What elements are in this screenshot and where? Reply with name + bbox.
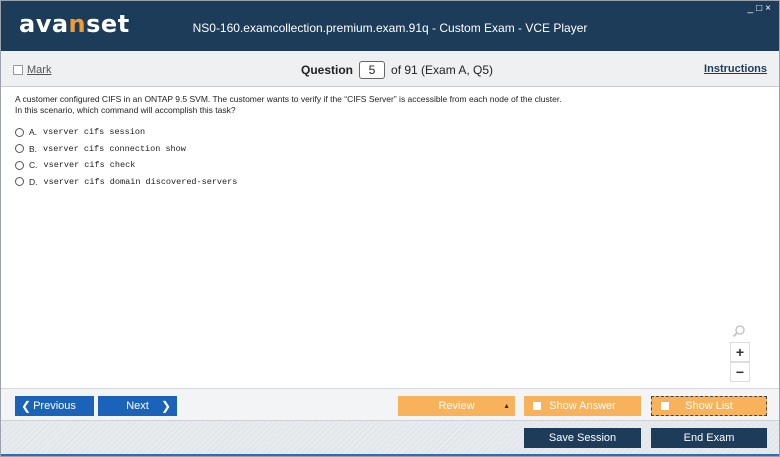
checkbox-icon	[13, 65, 23, 75]
zoom-in-button[interactable]: +	[730, 342, 750, 362]
question-line-2: In this scenario, which command will acc…	[15, 105, 236, 115]
question-label: Question	[301, 63, 354, 77]
chevron-right-icon: ❯	[160, 399, 171, 413]
close-button[interactable]: ×	[765, 3, 774, 14]
instructions-link[interactable]: Instructions	[704, 63, 767, 75]
review-label: Review	[438, 400, 475, 412]
show-list-button[interactable]: Show List	[651, 396, 767, 416]
window-controls: _□×	[748, 3, 774, 14]
radio-icon[interactable]	[15, 127, 24, 137]
option-text: vserver cifs connection show	[43, 143, 186, 154]
mark-label: Mark	[27, 64, 52, 76]
question-navigator: Question 5 of 91 (Exam A, Q5)	[301, 61, 493, 79]
next-label: Next	[126, 400, 149, 412]
previous-label: Previous	[33, 400, 76, 412]
option-letter: B.	[29, 143, 38, 154]
window-title: NS0-160.examcollection.premium.exam.91q …	[192, 21, 588, 35]
save-session-button[interactable]: Save Session	[524, 428, 641, 448]
show-answer-label: Show Answer	[549, 400, 616, 412]
show-answer-button[interactable]: Show Answer	[524, 396, 641, 416]
checkbox-icon	[661, 402, 669, 410]
next-button[interactable]: Next ❯	[98, 396, 177, 416]
option-letter: A.	[29, 127, 38, 138]
checkbox-icon	[533, 402, 541, 410]
maximize-button[interactable]: □	[756, 3, 765, 14]
previous-button[interactable]: ❮ Previous	[15, 396, 94, 416]
minimize-button[interactable]: _	[748, 3, 757, 14]
option-c[interactable]: C. vserver cifs check	[15, 157, 237, 174]
navigation-bar: ❮ Previous Next ❯ Review ▲ Show Answer S…	[1, 388, 779, 420]
answer-options: A. vserver cifs session B. vserver cifs …	[15, 124, 237, 190]
option-d[interactable]: D. vserver cifs domain discovered-server…	[15, 174, 237, 191]
option-a[interactable]: A. vserver cifs session	[15, 124, 237, 141]
option-text: vserver cifs check	[43, 160, 136, 171]
option-text: vserver cifs domain discovered-servers	[43, 176, 238, 187]
magnifier-icon	[732, 324, 746, 338]
question-text: A customer configured CIFS in an ONTAP 9…	[15, 94, 755, 116]
option-letter: C.	[29, 160, 38, 171]
show-list-label: Show List	[685, 400, 733, 412]
question-number-input[interactable]: 5	[359, 61, 386, 79]
session-footer: Save Session End Exam	[1, 420, 779, 456]
option-text: vserver cifs session	[43, 127, 146, 138]
triangle-up-icon: ▲	[503, 402, 510, 410]
question-line-1: A customer configured CIFS in an ONTAP 9…	[15, 94, 562, 104]
review-button[interactable]: Review ▲	[398, 396, 515, 416]
chevron-left-icon: ❮	[21, 399, 32, 413]
zoom-out-button[interactable]: −	[730, 362, 750, 382]
option-letter: D.	[29, 176, 38, 187]
question-panel: A customer configured CIFS in an ONTAP 9…	[1, 88, 779, 388]
option-b[interactable]: B. vserver cifs connection show	[15, 141, 237, 158]
vce-player-window: avanset NS0-160.examcollection.premium.e…	[0, 0, 780, 457]
question-toolbar: Mark Question 5 of 91 (Exam A, Q5) Instr…	[1, 51, 779, 87]
question-of-label: of 91 (Exam A, Q5)	[391, 63, 494, 77]
title-bar: avanset NS0-160.examcollection.premium.e…	[1, 1, 779, 51]
radio-icon[interactable]	[15, 160, 24, 170]
radio-icon[interactable]	[15, 177, 24, 187]
end-exam-button[interactable]: End Exam	[651, 428, 767, 448]
radio-icon[interactable]	[15, 144, 24, 154]
mark-checkbox[interactable]: Mark	[13, 64, 51, 76]
